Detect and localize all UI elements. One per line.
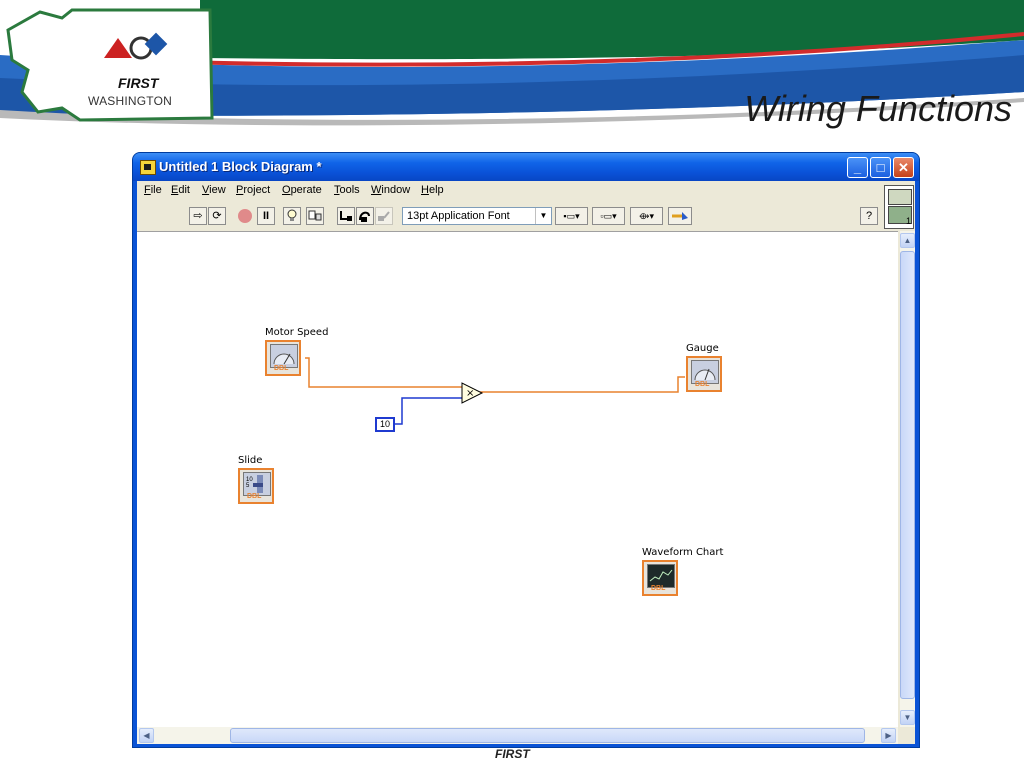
multiply-glyph: × bbox=[466, 388, 474, 399]
washington-logo-text: WASHINGTON bbox=[88, 94, 173, 108]
scroll-up-icon[interactable]: ▲ bbox=[900, 233, 915, 248]
menu-window[interactable]: Window bbox=[371, 184, 410, 196]
motor-speed-terminal[interactable]: DBL bbox=[265, 340, 301, 376]
lightbulb-icon[interactable] bbox=[283, 207, 301, 225]
slide-label: Slide bbox=[238, 455, 263, 466]
gauge-terminal[interactable]: DBL bbox=[686, 356, 722, 392]
scroll-right-icon[interactable]: ▶ bbox=[881, 728, 896, 743]
menu-view[interactable]: View bbox=[202, 184, 226, 196]
waveform-chart-terminal[interactable]: DBL bbox=[642, 560, 678, 596]
vertical-scrollbar[interactable]: ▲ ▼ bbox=[900, 231, 915, 727]
align-objects-dropdown[interactable]: ▪▭▾ bbox=[555, 207, 588, 225]
slide-terminal[interactable]: 10 5 DBL bbox=[238, 468, 274, 504]
menu-bar: File Edit View Project Operate Tools Win… bbox=[137, 181, 882, 201]
window-client-area: File Edit View Project Operate Tools Win… bbox=[137, 181, 915, 744]
gauge-label: Gauge bbox=[686, 343, 719, 354]
run-continuously-icon[interactable]: ⟳ bbox=[208, 207, 226, 225]
waveform-chart-dbl: DBL bbox=[651, 585, 666, 592]
horizontal-scroll-thumb[interactable] bbox=[230, 728, 865, 743]
menu-tools[interactable]: Tools bbox=[334, 184, 360, 196]
step-over-icon[interactable] bbox=[356, 207, 374, 225]
gauge-dbl: DBL bbox=[695, 381, 710, 388]
scroll-down-icon[interactable]: ▼ bbox=[900, 710, 915, 725]
run-arrow-icon[interactable]: ⇨ bbox=[189, 207, 207, 225]
pause-icon[interactable]: II bbox=[257, 207, 275, 225]
abort-icon[interactable] bbox=[236, 207, 254, 225]
vertical-scroll-thumb[interactable] bbox=[900, 251, 915, 699]
product-wire bbox=[480, 376, 685, 393]
first-logo-text: FIRST bbox=[118, 75, 159, 91]
menu-operate[interactable]: Operate bbox=[282, 184, 322, 196]
window-titlebar[interactable]: Untitled 1 Block Diagram * _ □ ✕ bbox=[133, 153, 919, 181]
labview-vi-icon bbox=[140, 160, 156, 175]
close-button[interactable]: ✕ bbox=[893, 157, 914, 178]
waveform-chart-label: Waveform Chart bbox=[642, 547, 724, 558]
window-title: Untitled 1 Block Diagram * bbox=[159, 159, 322, 174]
menu-edit[interactable]: Edit bbox=[171, 184, 190, 196]
retain-wire-values-icon[interactable] bbox=[306, 207, 324, 225]
constant-wire bbox=[395, 397, 462, 425]
block-diagram-canvas[interactable]: × Motor Speed DBL Gauge DBL 10 Slide 10 5… bbox=[137, 231, 898, 728]
font-select[interactable]: 13pt Application Font ▼ bbox=[402, 207, 552, 225]
svg-text:5: 5 bbox=[246, 483, 250, 489]
vi-icon-connector-panel[interactable]: 1 bbox=[884, 185, 914, 229]
minimize-button[interactable]: _ bbox=[847, 157, 868, 178]
motor-speed-label: Motor Speed bbox=[265, 327, 329, 338]
clean-up-diagram-icon[interactable] bbox=[668, 207, 692, 225]
step-into-icon[interactable] bbox=[337, 207, 355, 225]
horizontal-scrollbar[interactable]: ◀ ▶ bbox=[137, 727, 898, 744]
menu-project[interactable]: Project bbox=[236, 184, 270, 196]
menu-help[interactable]: Help bbox=[421, 184, 444, 196]
maximize-button[interactable]: □ bbox=[870, 157, 891, 178]
reorder-dropdown[interactable]: ⟴▾ bbox=[630, 207, 663, 225]
slide-title: Wiring Functions bbox=[744, 88, 1012, 129]
scroll-left-icon[interactable]: ◀ bbox=[139, 728, 154, 743]
toolbar: ⇨ ⟳ II 13pt Application Font ▼ ▪▭▾ ▫▭▾ ⟴… bbox=[137, 203, 882, 229]
numeric-constant[interactable]: 10 bbox=[375, 417, 395, 432]
resize-grip-icon[interactable] bbox=[900, 727, 915, 744]
distribute-objects-dropdown[interactable]: ▫▭▾ bbox=[592, 207, 625, 225]
motor-speed-wire bbox=[305, 357, 462, 388]
font-select-value: 13pt Application Font bbox=[407, 210, 510, 222]
block-diagram-window: Untitled 1 Block Diagram * _ □ ✕ File Ed… bbox=[133, 153, 919, 747]
slide-dbl: DBL bbox=[247, 493, 262, 500]
footer-first-text: FIRST bbox=[495, 747, 530, 761]
chevron-down-icon: ▼ bbox=[535, 208, 551, 224]
motor-speed-dbl: DBL bbox=[274, 365, 289, 372]
context-help-icon[interactable]: ? bbox=[860, 207, 878, 225]
menu-file[interactable]: File bbox=[144, 184, 162, 196]
step-out-icon[interactable] bbox=[375, 207, 393, 225]
